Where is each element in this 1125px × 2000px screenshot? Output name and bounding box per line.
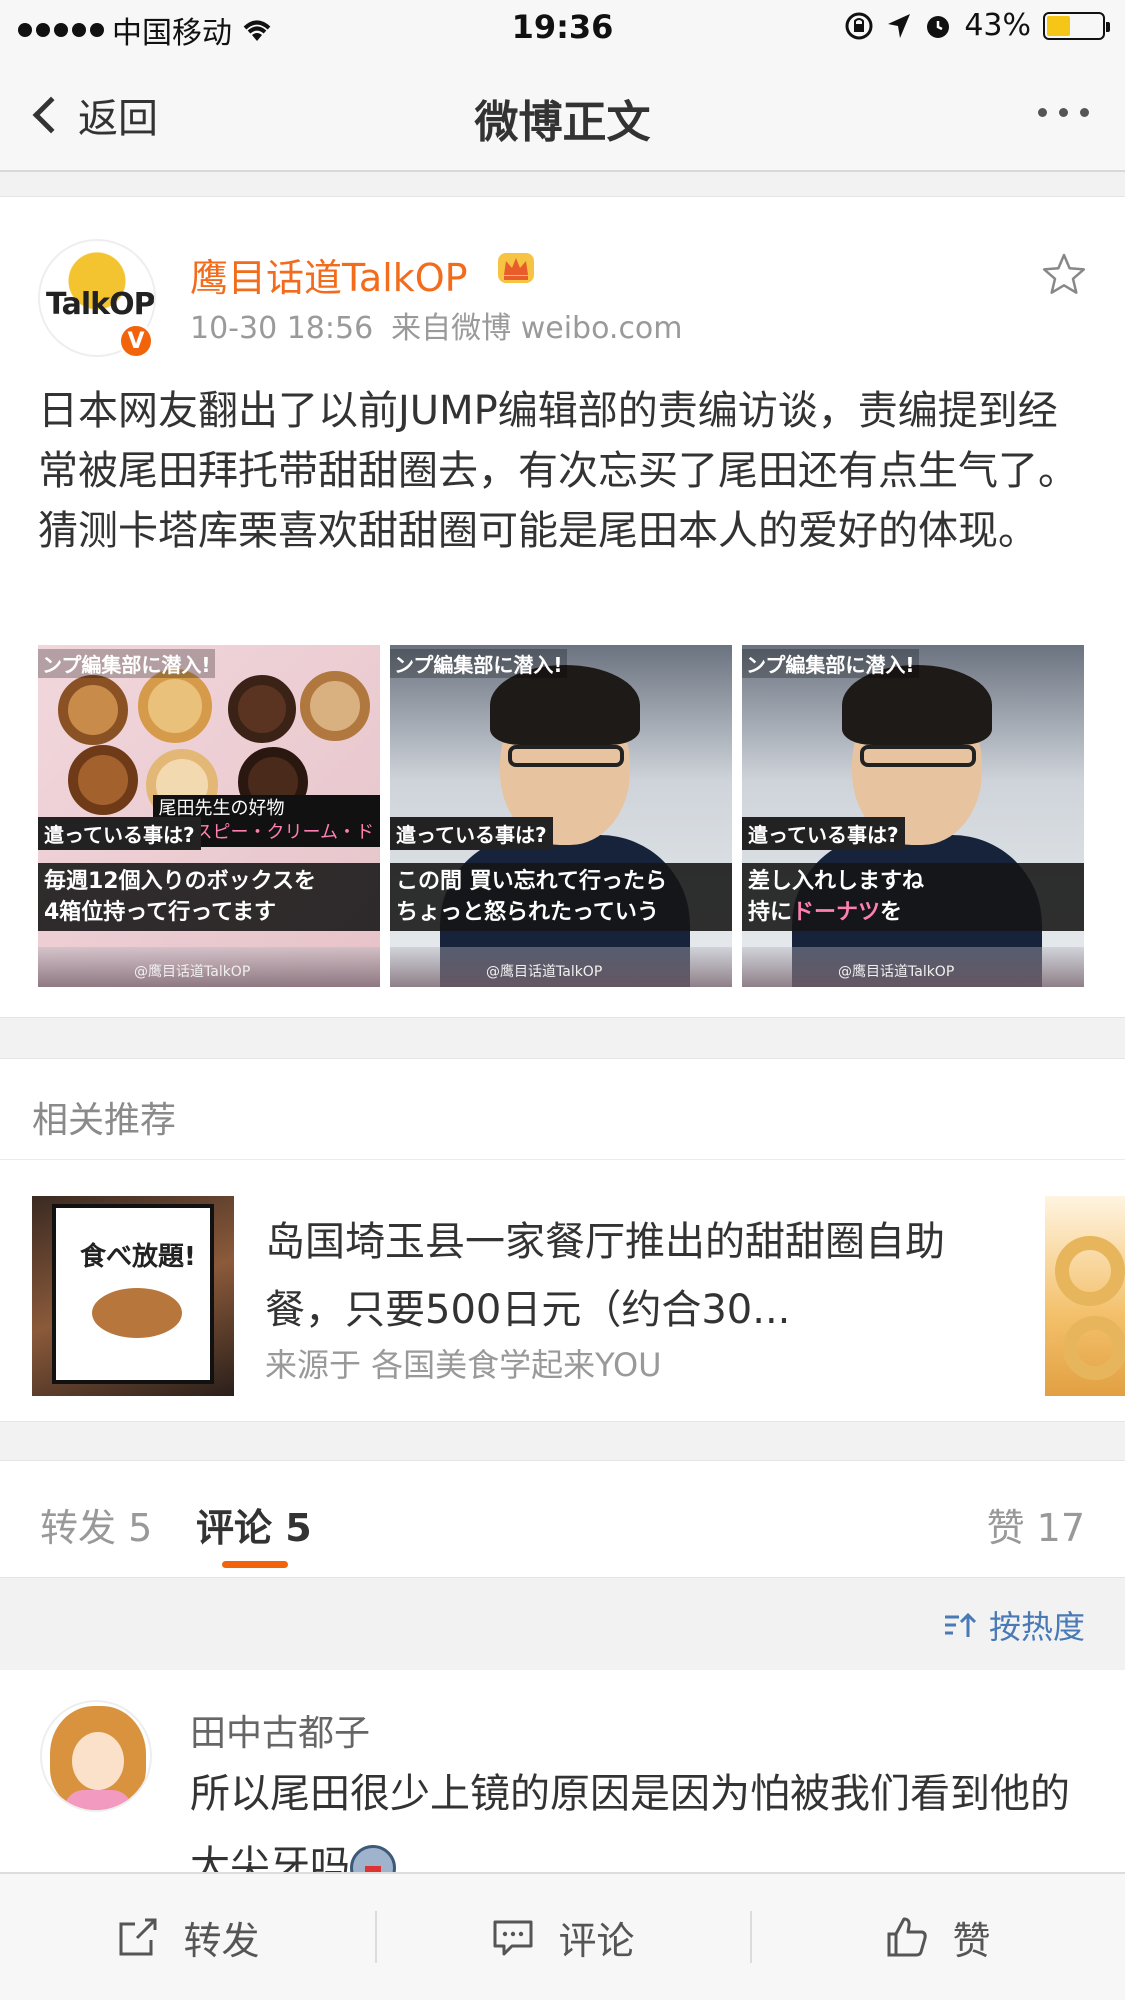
image-3-watermark: @鹰目话道TalkOP [838, 964, 955, 980]
battery-fill [1047, 15, 1071, 36]
star-icon[interactable] [1041, 251, 1087, 297]
related-sign: 食べ放題! [52, 1204, 214, 1384]
image-2-question: 遣っている事は? [390, 817, 553, 850]
more-icon[interactable] [1038, 108, 1089, 117]
repost-label: 转发 [183, 1918, 260, 1963]
like-label: 赞 [952, 1918, 991, 1963]
tab-like[interactable]: 赞 17 [987, 1497, 1085, 1552]
image-3-question: 遣っている事は? [742, 817, 905, 850]
related-thumbnail: 食べ放題! [32, 1196, 234, 1396]
battery-percent: 43% [964, 8, 1031, 43]
post-image-2[interactable]: ンプ編集部に潜入! 遣っている事は? この間 買い忘れて行ったら ちょっと怒られた… [390, 645, 732, 987]
image-3-sub-prefix: 持に [748, 900, 793, 925]
related-card[interactable]: 食べ放題! 岛国埼玉县一家餐厅推出的甜甜圈自助餐，只要500日元（约合30...… [0, 1160, 1125, 1422]
comment-label: 评论 [558, 1918, 635, 1963]
verified-badge: V [118, 323, 154, 359]
nav-bar: 返回 微博正文 [0, 56, 1125, 172]
bottom-toolbar: 转发 评论 赞 [0, 1872, 1125, 2000]
image-1-watermark: @鹰目话道TalkOP [134, 964, 251, 980]
post-images: ンプ編集部に潜入! 尾田先生の好物 クリスピー・クリーム・ド 遣っている事は? 毎… [38, 645, 1084, 987]
related-header: 相关推荐 [0, 1058, 1125, 1160]
interaction-tabs: 转发 5 评论 5 赞 17 [0, 1460, 1125, 1578]
related-title: 相关推荐 [32, 1100, 177, 1141]
status-right: 43% [844, 8, 1110, 43]
location-icon [888, 13, 911, 38]
post-time: 10-30 18:56 [190, 311, 374, 346]
sort-button[interactable]: 按热度 [943, 1602, 1085, 1648]
image-1-subtitle: 毎週12個入りのボックスを 4箱位持って行ってます [38, 863, 380, 931]
commenter-name[interactable]: 田中古都子 [190, 1704, 370, 1756]
sort-icon [944, 1612, 977, 1637]
image-2-sub-line2: ちょっと怒られたっていう [396, 900, 659, 925]
post-image-3[interactable]: ンプ編集部に潜入! 遣っている事は? 差し入れしますね 持にドーナツを @鹰目话道… [742, 645, 1084, 987]
image-3-glasses [860, 745, 976, 767]
battery-icon [1043, 11, 1110, 40]
comment-icon [493, 1920, 533, 1956]
tab-repost[interactable]: 转发 5 [40, 1497, 152, 1552]
image-3-sub-suffix: を [880, 900, 903, 925]
like-button[interactable]: 赞 [750, 1873, 1125, 2000]
image-2-glasses [508, 745, 624, 767]
tab-comment[interactable]: 评论 5 [196, 1497, 312, 1552]
image-2-sub-line1: この間 買い忘れて行ったら [396, 869, 668, 894]
image-1-sub-line1: 毎週12個入りのボックスを [44, 869, 316, 894]
alarm-icon [927, 15, 950, 38]
post-text: 日本网友翻出了以前JUMP编辑部的责编访谈，责编提到经常被尾田拜托带甜甜圈去，有… [38, 388, 1078, 554]
user-name[interactable]: 鹰目话道TalkOP [190, 247, 468, 302]
page-title: 微博正文 [474, 97, 651, 148]
post-source: 来自微博 weibo.com [391, 311, 683, 346]
post-image-1[interactable]: ンプ編集部に潜入! 尾田先生の好物 クリスピー・クリーム・ド 遣っている事は? 毎… [38, 645, 380, 987]
commenter-avatar[interactable] [40, 1700, 152, 1812]
sort-bar: 按热度 [0, 1578, 1125, 1670]
image-1-sub-line2: 4箱位持って行ってます [44, 900, 277, 925]
tab-active-indicator [222, 1561, 288, 1568]
image-1-question: 遣っている事は? [38, 817, 201, 850]
related-article-title: 岛国埼玉县一家餐厅推出的甜甜圈自助餐，只要500日元（约合30... [265, 1219, 945, 1333]
image-3-subtitle: 差し入れしますね 持にドーナツを [742, 863, 1084, 931]
repost-button[interactable]: 转发 [0, 1873, 375, 2000]
thumbs-up-icon [887, 1917, 928, 1957]
crown-icon [498, 253, 534, 283]
status-bar: 中国移动 19:36 43% [0, 0, 1125, 56]
sort-label: 按热度 [988, 1608, 1085, 1646]
image-3-sub-highlight: ドーナツ [792, 900, 881, 925]
image-3-sub-line1: 差し入れしますね [748, 869, 925, 894]
share-icon [119, 1918, 157, 1956]
comment-button[interactable]: 评论 [375, 1873, 750, 2000]
image-2-subtitle: この間 買い忘れて行ったら ちょっと怒られたっていう [390, 863, 732, 931]
related-source: 来源于 各国美食学起来YOU [265, 1346, 662, 1384]
avatar-logo-text: TalkOP [46, 287, 155, 322]
image-2-top-caption: ンプ編集部に潜入! [390, 649, 567, 678]
post-card: TalkOP V 鹰目话道TalkOP 10-30 18:56 来自微博 weib… [0, 196, 1125, 1018]
image-3-top-caption: ンプ編集部に潜入! [742, 649, 919, 678]
related-next-thumbnail[interactable] [1045, 1196, 1125, 1396]
image-3-sub-line2: 持にドーナツを [748, 897, 1078, 928]
related-sign-title: 食べ放題! [80, 1242, 196, 1272]
image-1-top-caption: ンプ編集部に潜入! [38, 649, 215, 678]
post-meta: 10-30 18:56 来自微博 weibo.com [190, 303, 683, 347]
rotation-lock-icon [845, 12, 873, 39]
image-2-watermark: @鹰目话道TalkOP [486, 964, 603, 980]
related-sign-donut [92, 1288, 182, 1338]
